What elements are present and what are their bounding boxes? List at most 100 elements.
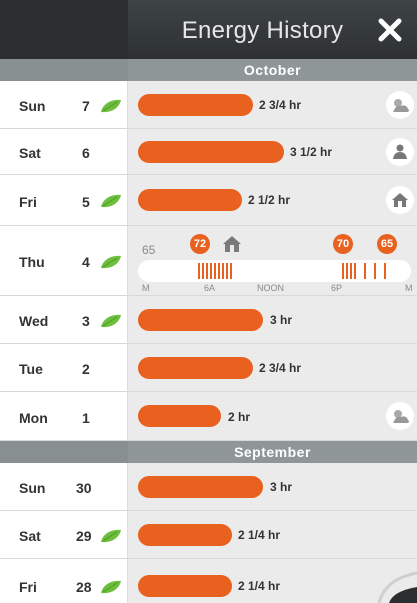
day-cell: Tue 2 bbox=[0, 344, 128, 391]
usage-bar bbox=[138, 575, 232, 597]
usage-cell: 2 1/4 hr bbox=[128, 511, 417, 558]
day-cell: Thu 4 bbox=[0, 226, 128, 295]
day-number: 3 bbox=[82, 313, 90, 329]
day-name: Fri bbox=[19, 579, 37, 595]
axis-label: M bbox=[405, 283, 413, 293]
day-cell: Sat 6 bbox=[0, 129, 128, 174]
weather-icon[interactable] bbox=[386, 402, 414, 430]
usage-bar bbox=[138, 524, 232, 546]
usage-hours: 2 3/4 hr bbox=[259, 98, 302, 112]
day-name: Sun bbox=[19, 480, 46, 496]
day-row[interactable]: Sat 6 3 1/2 hr bbox=[0, 129, 417, 175]
day-row[interactable]: Tue 2 2 3/4 hr bbox=[0, 344, 417, 392]
leaf-icon bbox=[101, 580, 121, 594]
day-cell: Wed 3 bbox=[0, 296, 128, 343]
day-number: 4 bbox=[82, 254, 90, 270]
day-name: Fri bbox=[19, 194, 37, 210]
month-header-october: October bbox=[0, 59, 417, 81]
axis-label: 6P bbox=[331, 283, 343, 293]
day-number: 28 bbox=[76, 579, 92, 595]
leaf-icon bbox=[101, 255, 121, 269]
leaf-icon bbox=[101, 314, 121, 328]
usage-cell: 3 hr bbox=[128, 296, 417, 343]
day-cell: Sat 29 bbox=[0, 511, 128, 558]
day-name: Sat bbox=[19, 528, 41, 544]
heating-segment bbox=[198, 263, 232, 279]
day-row[interactable]: Sun 30 3 hr bbox=[0, 463, 417, 511]
usage-cell: 2 3/4 hr bbox=[128, 81, 417, 128]
heating-segment bbox=[342, 263, 386, 279]
usage-bar bbox=[138, 476, 263, 498]
usage-cell: 2 1/4 hr bbox=[128, 559, 417, 603]
away-house-icon[interactable] bbox=[386, 186, 414, 214]
day-row[interactable]: Fri 5 2 1/2 hr bbox=[0, 175, 417, 226]
leaf-icon bbox=[101, 99, 121, 113]
day-number: 7 bbox=[82, 98, 90, 114]
leaf-icon bbox=[101, 194, 121, 208]
usage-cell: 3 hr bbox=[128, 463, 417, 510]
usage-bar bbox=[138, 405, 221, 427]
axis-label: NOON bbox=[257, 283, 284, 293]
day-cell: Mon 1 bbox=[0, 392, 128, 440]
day-name: Sun bbox=[19, 98, 46, 114]
day-row[interactable]: Mon 1 2 hr bbox=[0, 392, 417, 441]
axis-label: M bbox=[142, 283, 150, 293]
leaf-icon bbox=[101, 529, 121, 543]
day-row[interactable]: Sun 7 2 3/4 hr bbox=[0, 81, 417, 129]
month-header-september: September bbox=[0, 441, 417, 463]
usage-cell: 2 hr bbox=[128, 392, 417, 440]
day-row-expanded[interactable]: Thu 4 65 72 70 65 M 6A NOON 6P M bbox=[0, 226, 417, 296]
day-number: 29 bbox=[76, 528, 92, 544]
usage-cell: 2 1/2 hr bbox=[128, 175, 417, 225]
usage-bar bbox=[138, 141, 284, 163]
day-number: 5 bbox=[82, 194, 90, 210]
usage-cell: 3 1/2 hr bbox=[128, 129, 417, 174]
usage-bar bbox=[138, 309, 263, 331]
away-house-icon bbox=[223, 236, 241, 252]
month-label: October bbox=[243, 62, 302, 78]
day-number: 1 bbox=[82, 410, 90, 426]
day-name: Mon bbox=[19, 410, 48, 426]
close-icon[interactable] bbox=[373, 13, 407, 47]
usage-cell: 2 3/4 hr bbox=[128, 344, 417, 391]
header-left-panel bbox=[0, 0, 128, 59]
usage-hours: 3 hr bbox=[270, 480, 293, 494]
usage-bar bbox=[138, 94, 253, 116]
month-label: September bbox=[234, 444, 311, 460]
day-name: Sat bbox=[19, 145, 41, 161]
month-header-left bbox=[0, 441, 128, 463]
person-icon[interactable] bbox=[386, 138, 414, 166]
day-name: Thu bbox=[19, 254, 45, 270]
day-number: 30 bbox=[76, 480, 92, 496]
temperature-badge[interactable]: 70 bbox=[333, 234, 353, 254]
start-temperature: 65 bbox=[142, 243, 156, 257]
timeline-cell: 65 72 70 65 M 6A NOON 6P M bbox=[128, 226, 417, 295]
day-row[interactable]: Fri 28 2 1/4 hr bbox=[0, 559, 417, 603]
day-cell: Sun 30 bbox=[0, 463, 128, 510]
usage-bar bbox=[138, 189, 242, 211]
day-name: Tue bbox=[19, 361, 43, 377]
day-number: 6 bbox=[82, 145, 90, 161]
weather-icon[interactable] bbox=[386, 91, 414, 119]
day-cell: Fri 5 bbox=[0, 175, 128, 225]
temperature-badge[interactable]: 65 bbox=[377, 234, 397, 254]
day-row[interactable]: Wed 3 3 hr bbox=[0, 296, 417, 344]
usage-hours: 2 3/4 hr bbox=[259, 361, 302, 375]
day-name: Wed bbox=[19, 313, 49, 329]
axis-label: 6A bbox=[204, 283, 216, 293]
usage-hours: 2 1/2 hr bbox=[248, 193, 291, 207]
app-header: Energy History bbox=[0, 0, 417, 59]
dial-edge-icon bbox=[377, 571, 417, 603]
usage-hours: 3 hr bbox=[270, 313, 293, 327]
usage-hours: 2 1/4 hr bbox=[238, 579, 281, 593]
timeline-bar bbox=[138, 260, 411, 282]
month-header-left bbox=[0, 59, 128, 81]
usage-hours: 2 1/4 hr bbox=[238, 528, 281, 542]
usage-bar bbox=[138, 357, 253, 379]
day-row[interactable]: Sat 29 2 1/4 hr bbox=[0, 511, 417, 559]
day-number: 2 bbox=[82, 361, 90, 377]
day-cell: Sun 7 bbox=[0, 81, 128, 128]
temperature-badge[interactable]: 72 bbox=[190, 234, 210, 254]
usage-hours: 3 1/2 hr bbox=[290, 145, 333, 159]
day-cell: Fri 28 bbox=[0, 559, 128, 603]
